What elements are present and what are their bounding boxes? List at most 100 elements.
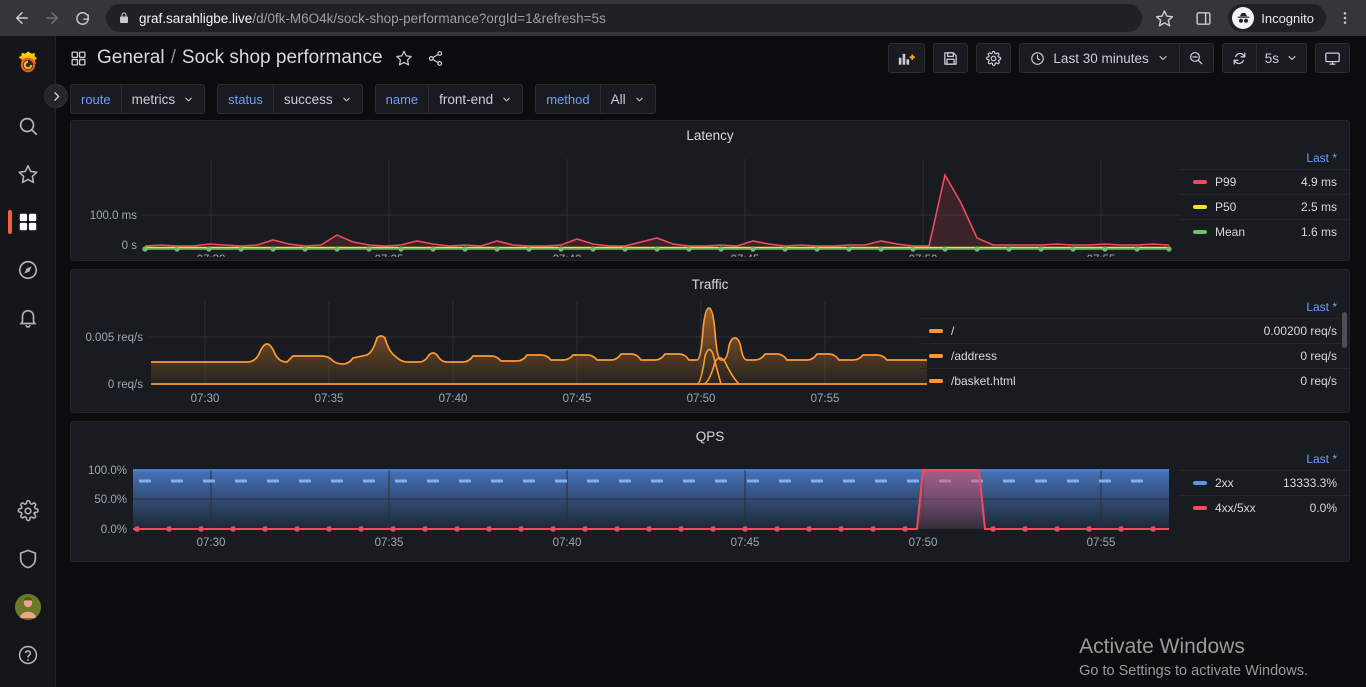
legend-row[interactable]: P50 2.5 ms <box>1179 194 1349 219</box>
variable-label-method: method <box>535 84 600 114</box>
save-dashboard-button[interactable] <box>933 43 969 73</box>
legend-color-swatch <box>929 329 943 333</box>
sidebar-item-dashboards[interactable] <box>0 198 56 246</box>
address-bar[interactable]: graf.sarahligbe.live/d/0fk-M6O4k/sock-sh… <box>106 4 1143 32</box>
legend-series-value: 0 req/s <box>1300 349 1337 363</box>
legend-series-name: /basket.html <box>951 374 1016 388</box>
latency-ytick-100ms: 100.0 ms <box>90 210 138 222</box>
qps-xtick-0750: 07:50 <box>909 537 938 549</box>
legend-color-swatch <box>1193 230 1207 234</box>
page-title[interactable]: Sock shop performance <box>182 47 383 69</box>
sidebar-item-configuration[interactable] <box>0 487 56 535</box>
series-root-area <box>151 308 927 384</box>
legend-color-swatch <box>929 379 943 383</box>
panel-qps: QPS 100.0% 50.0% 0.0% 07:30 07:35 07:40 … <box>70 421 1350 562</box>
sidebar-item-user-profile[interactable] <box>0 583 56 631</box>
add-panel-icon <box>899 53 916 65</box>
legend-color-swatch <box>1193 205 1207 209</box>
legend-row[interactable]: /basket.html 0 req/s <box>919 368 1349 393</box>
dashboards-grid-icon <box>19 213 36 231</box>
traffic-xtick-0735: 07:35 <box>315 393 344 405</box>
latency-graph[interactable]: 100.0 ms 0 s 07:30 07:35 07:40 07:45 07:… <box>71 145 1181 257</box>
legend-row[interactable]: 2xx 13333.3% <box>1179 470 1349 495</box>
grafana-logo-icon[interactable] <box>13 50 43 80</box>
chevron-down-icon <box>185 97 192 101</box>
sidebar-expand-button[interactable] <box>44 84 68 108</box>
breadcrumb: General / Sock shop performance <box>70 47 447 69</box>
traffic-ytick-0005: 0.005 req/s <box>85 332 143 344</box>
legend-series-value: 0.0% <box>1309 501 1337 515</box>
legend-row[interactable]: / 0.00200 req/s <box>919 318 1349 343</box>
legend-row[interactable]: P99 4.9 ms <box>1179 169 1349 194</box>
qps-legend: Last * 2xx 13333.3% 4xx/5xx 0.0% <box>1179 446 1349 558</box>
chevron-down-icon <box>635 97 643 101</box>
refresh-interval-label: 5s <box>1264 50 1279 66</box>
qps-legend-header[interactable]: Last * <box>1179 450 1349 470</box>
sidebar-item-help[interactable] <box>0 631 56 679</box>
breadcrumb-separator: / <box>170 47 176 68</box>
qps-graph[interactable]: 100.0% 50.0% 0.0% 07:30 07:35 07:40 07:4… <box>71 446 1179 558</box>
variable-picker-status[interactable]: success <box>272 84 363 114</box>
legend-scrollbar[interactable] <box>1342 312 1347 348</box>
bell-icon <box>18 309 37 328</box>
side-panel-button[interactable] <box>1190 5 1216 31</box>
latency-xtick-0745: 07:45 <box>731 254 760 257</box>
legend-row[interactable]: 4xx/5xx 0.0% <box>1179 495 1349 520</box>
variable-picker-route[interactable]: metrics <box>120 84 206 114</box>
qps-plot: 100.0% 50.0% 0.0% 07:30 07:35 07:40 07:4… <box>88 465 1169 549</box>
incognito-label: Incognito <box>1261 10 1314 26</box>
variable-picker-method[interactable]: All <box>599 84 656 114</box>
mark-favorite-button[interactable] <box>393 47 415 69</box>
variable-label-name: name <box>374 84 429 114</box>
variable-value-status: success <box>283 91 333 107</box>
qps-xtick-0745: 07:45 <box>731 537 760 549</box>
incognito-profile-button[interactable]: Incognito <box>1228 4 1326 32</box>
traffic-graph[interactable]: 0.005 req/s 0 req/s 07:30 07:35 07:40 07… <box>71 294 929 409</box>
panel-title-traffic[interactable]: Traffic <box>71 270 1349 294</box>
forward-button[interactable] <box>38 4 66 32</box>
incognito-hat-icon <box>1232 7 1255 29</box>
reload-button[interactable] <box>68 4 96 32</box>
traffic-xtick-0730: 07:30 <box>191 393 220 405</box>
refresh-button[interactable] <box>1221 43 1257 73</box>
browser-menu-button[interactable] <box>1332 5 1358 31</box>
variable-name: name front-end <box>374 84 524 114</box>
sidebar-item-starred[interactable] <box>0 150 56 198</box>
share-dashboard-button[interactable] <box>425 47 447 69</box>
sidebar-item-alerting[interactable] <box>0 294 56 342</box>
latency-xtick-0730: 07:30 <box>197 254 226 257</box>
refresh-interval-picker[interactable]: 5s <box>1256 43 1307 73</box>
series-p99-area <box>145 175 1169 247</box>
sidebar-item-explore[interactable] <box>0 246 56 294</box>
url-text: graf.sarahligbe.live/d/0fk-M6O4k/sock-sh… <box>139 11 606 26</box>
avatar-icon <box>14 594 41 620</box>
dashboard-settings-icon <box>986 50 1002 66</box>
tv-mode-button[interactable] <box>1315 43 1350 73</box>
latency-ytick-0s: 0 s <box>122 240 138 252</box>
qps-xtick-0755: 07:55 <box>1087 537 1116 549</box>
variable-picker-name[interactable]: front-end <box>428 84 524 114</box>
sidebar-item-server-admin[interactable] <box>0 535 56 583</box>
traffic-legend-header[interactable]: Last * <box>919 298 1349 318</box>
variable-method: method All <box>535 84 656 114</box>
breadcrumb-folder[interactable]: General <box>97 47 165 69</box>
dashboard-settings-button[interactable] <box>976 43 1012 73</box>
add-panel-button[interactable] <box>888 43 926 73</box>
qps-xtick-0730: 07:30 <box>197 537 226 549</box>
legend-row[interactable]: Mean 1.6 ms <box>1179 219 1349 244</box>
refresh-controls: 5s <box>1221 43 1307 73</box>
qps-ytick-100: 100.0% <box>88 465 127 477</box>
time-range-picker[interactable]: Last 30 minutes <box>1019 43 1180 73</box>
grid-icon <box>71 50 86 66</box>
back-button[interactable] <box>8 4 36 32</box>
panel-title-latency[interactable]: Latency <box>71 121 1349 145</box>
bookmark-button[interactable] <box>1150 4 1178 32</box>
legend-series-value: 0.00200 req/s <box>1263 324 1337 338</box>
panel-title-qps[interactable]: QPS <box>71 422 1349 446</box>
legend-row[interactable]: /address 0 req/s <box>919 343 1349 368</box>
sidebar-item-search[interactable] <box>0 102 56 150</box>
legend-series-value: 13333.3% <box>1282 476 1337 490</box>
qps-xtick-0740: 07:40 <box>553 537 582 549</box>
zoom-out-time-button[interactable] <box>1179 43 1214 73</box>
latency-legend-header[interactable]: Last * <box>1179 149 1349 169</box>
